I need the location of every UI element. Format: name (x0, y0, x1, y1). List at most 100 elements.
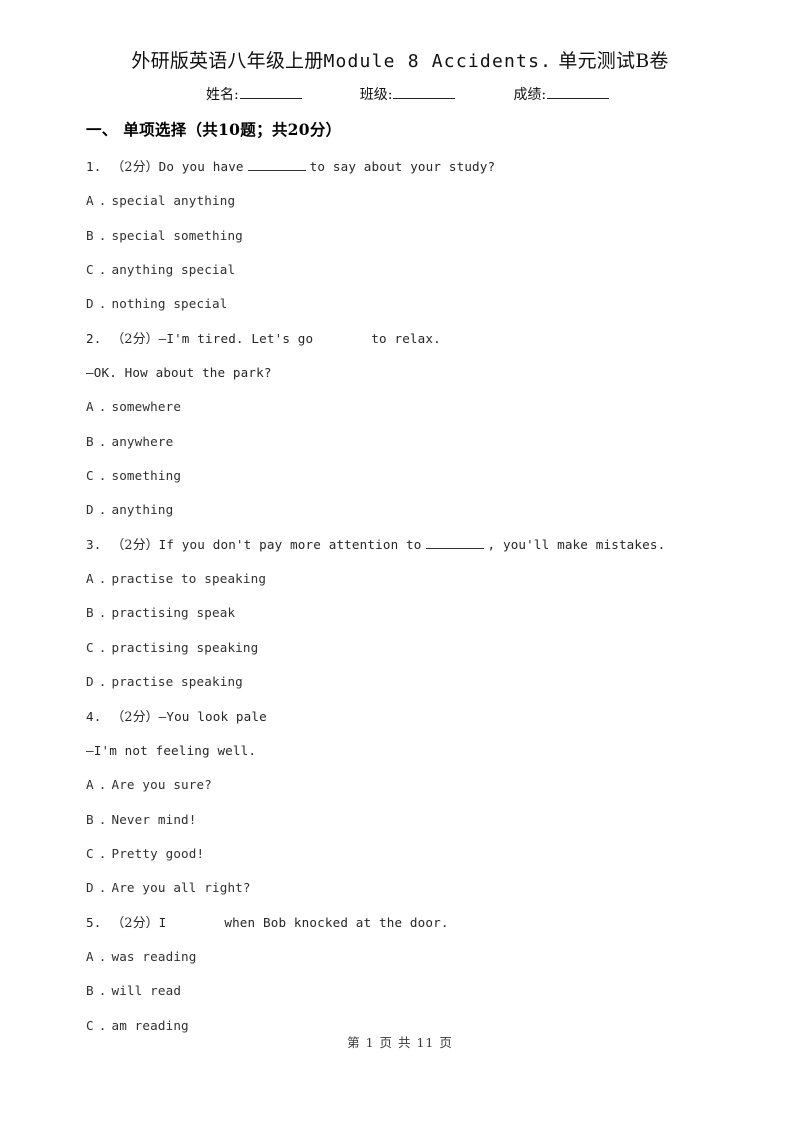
question-marks: （2分） (111, 331, 159, 347)
identity-row: 姓名: 班级: 成绩: (206, 84, 646, 104)
option-letter: C (86, 262, 94, 278)
option-letter: C (86, 639, 94, 655)
title-cn-lead: 外研版英语八年级上册 (131, 50, 324, 72)
question-stem-after: , you'll make mistakes. (487, 536, 666, 552)
identity-label-class: 班级: (359, 87, 393, 103)
page-title: 外研版英语八年级上册Module 8 Accidents. 单元测试B卷 (0, 46, 800, 73)
option-text: Never mind! (111, 811, 197, 827)
question-stem: 1. （2分）Do you have to say about your study… (86, 150, 746, 184)
option-letter: C (86, 845, 94, 861)
option-text: practise to speaking (111, 571, 267, 587)
option-letter: A (86, 399, 94, 415)
question-continuation: —OK. How about the park? (86, 365, 272, 381)
exam-page: 外研版英语八年级上册Module 8 Accidents. 单元测试B卷 姓名:… (0, 0, 800, 1132)
title-latin: Module 8 Accidents. (323, 51, 553, 72)
option-letter: C (86, 1017, 94, 1033)
question-stem: 5. （2分）I when Bob knocked at the door. (86, 906, 746, 940)
option-letter: B (86, 605, 94, 621)
option-row[interactable]: D. practise speaking (86, 665, 746, 699)
option-text: Pretty good! (111, 845, 205, 861)
option-text: something (111, 468, 182, 484)
option-letter: D (86, 880, 94, 896)
option-text: am reading (111, 1017, 189, 1033)
option-row[interactable]: A. Are you sure? (86, 768, 746, 802)
title-cn-tail: 单元测试B卷 (558, 50, 669, 72)
question-number: 1. (86, 159, 102, 174)
question-number: 3. (86, 536, 102, 552)
option-letter: A (86, 948, 94, 964)
option-letter: B (86, 983, 94, 999)
option-text: special something (111, 227, 243, 243)
option-row[interactable]: C. practising speaking (86, 631, 746, 665)
option-letter: D (86, 674, 94, 690)
question-continuation: —I'm not feeling well. (86, 742, 257, 758)
option-row[interactable]: D. Are you all right? (86, 871, 746, 905)
question-marks: （2分） (111, 709, 159, 725)
questions-body: 1. （2分）Do you have to say about your study… (86, 150, 746, 1043)
option-text: Are you all right? (111, 880, 251, 896)
option-row[interactable]: D. nothing special (86, 287, 746, 321)
question-number: 4. (86, 708, 102, 724)
identity-input-name[interactable] (239, 87, 302, 99)
question-stem: 3. （2分）If you don't pay more attention to… (86, 528, 746, 562)
question-marks: （2分） (111, 915, 159, 931)
question-marks: （2分） (111, 160, 159, 175)
option-row[interactable]: A. was reading (86, 940, 746, 974)
option-letter: D (86, 296, 94, 312)
option-letter: B (86, 227, 94, 243)
option-letter: A (86, 193, 94, 209)
option-row[interactable]: A. somewhere (86, 390, 746, 424)
option-letter: C (86, 468, 94, 484)
question-stem-before: I (158, 914, 167, 930)
option-text: will read (111, 983, 182, 999)
option-row[interactable]: B. special something (86, 219, 746, 253)
option-row[interactable]: B. will read (86, 974, 746, 1008)
option-letter: B (86, 811, 94, 827)
question-stem-before: —You look pale (158, 708, 267, 724)
question-marks: （2分） (111, 537, 159, 553)
option-row[interactable]: C. anything special (86, 253, 746, 287)
option-text: anywhere (111, 433, 174, 449)
option-text: practise speaking (111, 674, 243, 690)
option-row[interactable]: C. Pretty good! (86, 837, 746, 871)
question-stem: 2. （2分）—I'm tired. Let's go to relax. (86, 322, 746, 356)
identity-label-score: 成绩: (513, 87, 547, 103)
question-stem-before: If you don't pay more attention to (158, 536, 422, 552)
page-footer: 第 1 页 共 11 页 (347, 1035, 453, 1050)
option-letter: A (86, 571, 94, 587)
option-text: nothing special (111, 296, 228, 312)
option-letter: D (86, 502, 94, 518)
option-letter: B (86, 433, 94, 449)
question-stem-before: Do you have (158, 159, 244, 174)
section-heading: 一、 单项选择（共10题；共20分） (86, 120, 342, 139)
option-text: Are you sure? (111, 777, 212, 793)
question-stem: 4. （2分）—You look pale (86, 700, 746, 734)
option-text: practising speak (111, 605, 236, 621)
option-text: was reading (111, 948, 197, 964)
option-row[interactable]: B. anywhere (86, 425, 746, 459)
answer-blank[interactable] (425, 538, 484, 549)
question-stem-after: to say about your study? (309, 159, 496, 174)
option-row[interactable]: B. Never mind! (86, 803, 746, 837)
question-number: 5. (86, 914, 102, 930)
identity-input-class[interactable] (393, 87, 456, 99)
question-stem-after: to relax. (371, 330, 441, 346)
option-text: anything (111, 502, 174, 518)
question-number: 2. (86, 330, 102, 346)
option-row[interactable]: A. special anything (86, 184, 746, 218)
option-text: practising speaking (111, 639, 259, 655)
option-row[interactable]: D. anything (86, 493, 746, 527)
answer-blank[interactable] (247, 160, 306, 171)
question-stem-before: —I'm tired. Let's go (158, 330, 314, 346)
option-row[interactable]: C. something (86, 459, 746, 493)
question-stem-after: when Bob knocked at the door. (224, 914, 449, 930)
identity-label-name: 姓名: (206, 87, 239, 103)
option-letter: A (86, 777, 94, 793)
option-row[interactable]: B. practising speak (86, 596, 746, 630)
identity-input-score[interactable] (547, 87, 610, 99)
option-text: special anything (111, 193, 236, 209)
option-row[interactable]: A. practise to speaking (86, 562, 746, 596)
identity-field-class: 班级: (360, 84, 456, 104)
identity-field-name: 姓名: (206, 84, 302, 104)
option-text: anything special (111, 262, 236, 278)
